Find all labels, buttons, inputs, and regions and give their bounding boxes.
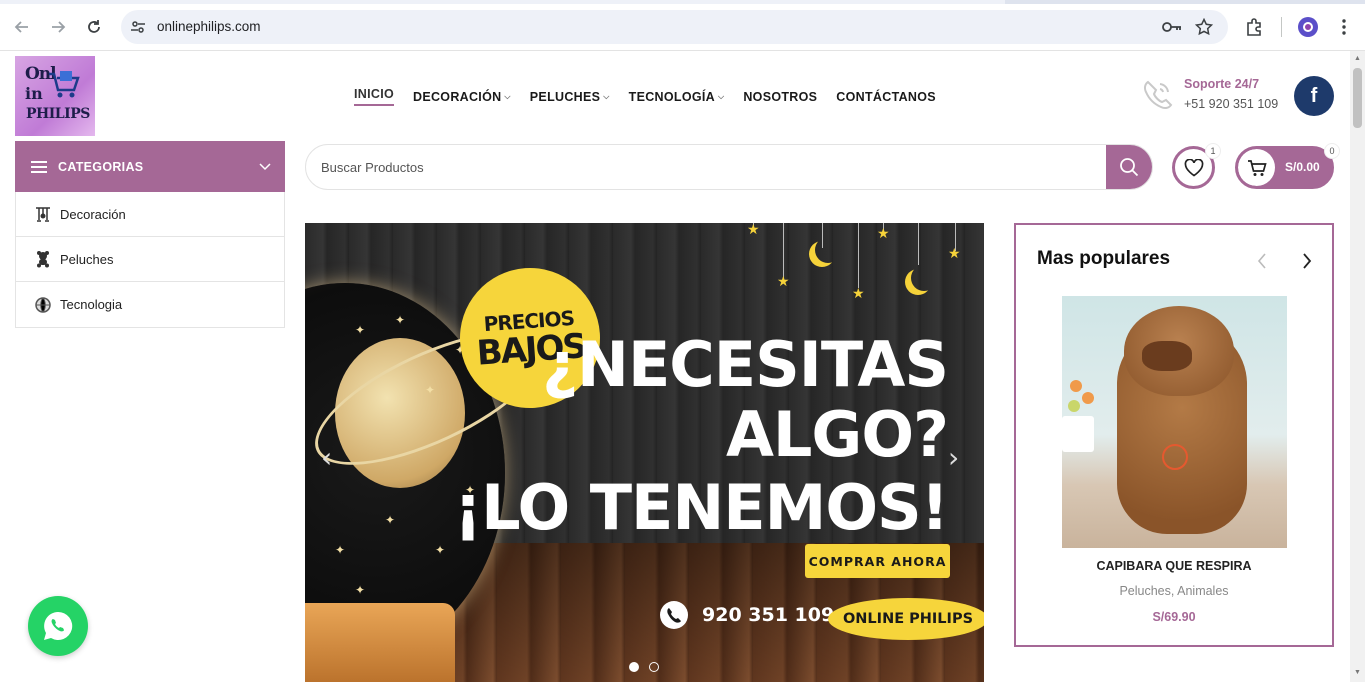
nav-label: NOSOTROS: [743, 89, 818, 104]
support-title: Soporte 24/7: [1184, 77, 1260, 91]
chevron-left-icon[interactable]: [1257, 250, 1267, 274]
nav-item-nosotros[interactable]: NOSOTROS: [743, 87, 817, 106]
reload-icon[interactable]: [82, 15, 106, 39]
category-item-tecnologia[interactable]: Tecnologia: [16, 282, 284, 327]
logo-text-mid: in: [25, 84, 43, 103]
cart-icon: [1238, 149, 1275, 186]
product-name[interactable]: CAPIBARA QUE RESPIRA: [1016, 559, 1332, 573]
scroll-up-icon[interactable]: ▲: [1354, 55, 1361, 62]
category-item-peluches[interactable]: Peluches: [16, 237, 284, 282]
star-decoration: ★: [877, 225, 890, 241]
star-decoration: ★: [777, 273, 790, 289]
nav-item-decoracion[interactable]: DECORACIÓN ⌵: [413, 87, 511, 106]
shop-now-button[interactable]: COMPRAR AHORA: [805, 544, 950, 578]
menu-kebab-icon[interactable]: [1332, 15, 1356, 39]
support-phone[interactable]: +51 920 351 109: [1184, 97, 1278, 111]
wishlist-count-badge: 1: [1205, 143, 1221, 159]
categories-toggle[interactable]: CATEGORIAS: [15, 141, 285, 192]
category-label: Peluches: [60, 251, 114, 267]
star-decoration: ★: [747, 223, 760, 237]
hero-phone-number: 920 351 109: [702, 604, 835, 626]
heart-icon: [1184, 158, 1203, 177]
slider-dot-1[interactable]: [629, 662, 639, 672]
logo-text-bottom: PHILIPS: [26, 106, 90, 122]
logo-cart-icon: [49, 71, 80, 98]
address-bar[interactable]: onlinephilips.com: [121, 10, 1228, 44]
cart-total: S/0.00: [1285, 160, 1320, 174]
cart-button[interactable]: S/0.00: [1235, 146, 1334, 189]
chevron-down-icon: ⌵: [504, 91, 511, 101]
site-logo[interactable]: Onl in PHILIPS: [15, 56, 95, 136]
hero-brand-badge: ONLINE PHILIPS: [828, 598, 984, 640]
hero-headline-3: ¡LO TENEMOS!: [453, 471, 949, 544]
profile-avatar-icon[interactable]: [1296, 15, 1320, 39]
teddy-bear-icon: [34, 250, 52, 268]
forward-icon[interactable]: [46, 15, 70, 39]
nav-label: DECORACIÓN: [413, 89, 502, 104]
moon-decoration: [911, 265, 937, 291]
nav-label: CONTÁCTANOS: [836, 89, 936, 104]
search-input[interactable]: [306, 145, 1108, 189]
extensions-icon[interactable]: [1242, 15, 1266, 39]
site-info-icon[interactable]: [129, 18, 147, 36]
scrollbar-thumb[interactable]: [1353, 68, 1362, 128]
chevron-right-icon[interactable]: [1302, 250, 1312, 274]
chevron-down-icon: ⌵: [717, 91, 725, 101]
whatsapp-icon: [44, 611, 73, 640]
scroll-down-icon[interactable]: ▼: [1354, 669, 1361, 676]
nav-item-tecnologia[interactable]: TECNOLOGÍA ⌵: [629, 87, 725, 106]
category-label: Decoración: [60, 206, 126, 222]
phone-icon: [660, 601, 688, 629]
hero-phone: 920 351 109: [660, 601, 834, 629]
hamburger-icon: [31, 160, 47, 173]
categories-list: Decoración Peluches Tecnologia: [15, 192, 285, 328]
product-category[interactable]: Peluches, Animales: [1016, 584, 1332, 598]
hero-headline-2: ALGO?: [725, 398, 949, 471]
slider-dot-2[interactable]: [649, 662, 659, 672]
slider-dots: [629, 662, 659, 672]
toolbar-divider: [1281, 17, 1282, 37]
slider-next-icon[interactable]: ›: [948, 441, 959, 474]
cart-count-badge: 0: [1324, 143, 1340, 159]
whatsapp-chat-button[interactable]: [28, 596, 88, 656]
facebook-icon: f: [1310, 84, 1318, 107]
search-button[interactable]: [1106, 145, 1152, 189]
chevron-down-icon: ⌵: [603, 91, 610, 101]
product-search: [305, 144, 1153, 190]
globe-device-icon: [34, 296, 52, 314]
nav-label: INICIO: [354, 87, 394, 101]
bookmark-star-icon[interactable]: [1194, 17, 1214, 36]
url-text[interactable]: onlinephilips.com: [157, 19, 261, 34]
password-key-icon[interactable]: [1162, 18, 1181, 36]
facebook-button[interactable]: f: [1294, 76, 1334, 116]
hero-headline-1: ¿NECESITAS: [542, 328, 949, 401]
product-price: S/69.90: [1152, 610, 1196, 624]
slider-prev-icon[interactable]: ‹: [321, 441, 332, 474]
categories-title: CATEGORIAS: [58, 159, 144, 174]
hero-slider[interactable]: ★ ★ ★ ★ ★ ✦ ✦ ✦ ✦ ✦ ✦ ✦ ✦ ✦ ✦ PRECIOS BA…: [305, 223, 984, 682]
phone-icon: [1143, 80, 1173, 110]
nav-item-inicio[interactable]: INICIO: [354, 87, 394, 106]
moon-decoration: [815, 237, 841, 263]
category-label: Tecnologia: [60, 297, 123, 312]
lamp-base: [305, 603, 455, 682]
nav-label: PELUCHES: [529, 89, 601, 104]
nav-item-contactanos[interactable]: CONTÁCTANOS: [836, 87, 936, 106]
product-image[interactable]: [1062, 296, 1287, 548]
search-icon: [1120, 158, 1139, 177]
popular-title: Mas populares: [1037, 248, 1171, 269]
back-icon[interactable]: [10, 15, 34, 39]
nav-item-peluches[interactable]: PELUCHES ⌵: [530, 87, 610, 106]
star-decoration: ★: [948, 245, 961, 261]
category-item-decoracion[interactable]: Decoración: [16, 192, 284, 237]
main-navigation: INICIO DECORACIÓN ⌵ PELUCHES ⌵ TECNOLOGÍA ⌵…: [354, 87, 955, 106]
browser-toolbar: onlinephilips.com: [0, 0, 1365, 51]
chevron-down-icon: [259, 159, 271, 174]
lamp-icon: [34, 205, 52, 223]
tab-strip: [0, 0, 1365, 4]
nav-label: TECNOLOGÍA: [628, 89, 715, 104]
popular-products-widget: Mas populares CAPIBARA QUE RESPIRA Peluc…: [1014, 223, 1334, 647]
page-scrollbar[interactable]: ▲ ▼: [1350, 51, 1365, 682]
star-decoration: ★: [852, 285, 865, 301]
